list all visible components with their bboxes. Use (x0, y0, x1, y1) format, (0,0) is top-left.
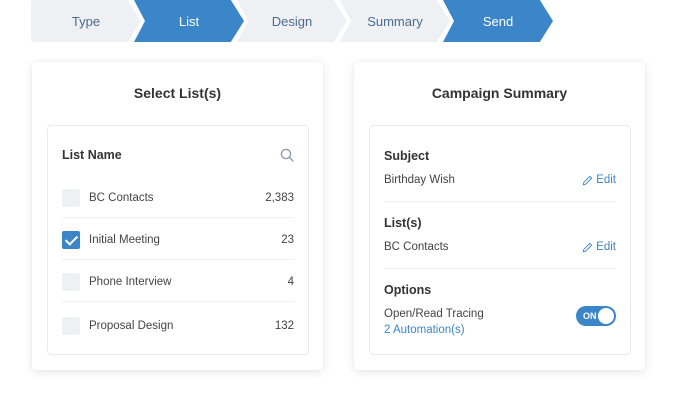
subject-value: Birthday Wish (384, 174, 455, 186)
edit-lists-button[interactable]: Edit (582, 241, 616, 253)
pencil-icon (582, 242, 593, 252)
lists-value: BC Contacts (384, 241, 449, 253)
select-lists-card: Select List(s) List Name BC Contacts 2,3… (32, 62, 323, 370)
lists-section: List(s) BC Contacts Edit (384, 216, 616, 253)
search-icon[interactable] (280, 148, 294, 162)
list-item-count: 4 (287, 275, 294, 288)
edit-subject-button[interactable]: Edit (582, 174, 616, 186)
divider (384, 201, 616, 202)
list-item-count: 23 (281, 233, 294, 246)
step-label: Design (271, 13, 313, 29)
card-title: Campaign Summary (431, 85, 568, 101)
toggle-knob (598, 308, 614, 324)
checkbox[interactable] (62, 188, 80, 207)
toggle-label: ON (583, 311, 597, 321)
list-item-name: BC Contacts (89, 191, 154, 204)
list-item[interactable]: Phone Interview 4 (62, 262, 294, 302)
step-label: Summary (367, 13, 423, 29)
checkbox[interactable] (62, 317, 80, 335)
list-item-name: Phone Interview (89, 275, 172, 288)
step-type[interactable]: Type (31, 0, 141, 42)
list-item-name: Initial Meeting (89, 233, 160, 246)
checkbox[interactable] (62, 272, 80, 291)
step-label: Type (71, 13, 101, 29)
card-title: Select List(s) (133, 85, 222, 101)
pencil-icon (582, 175, 593, 185)
summary-panel: Subject Birthday Wish Edit List(s) BC Co… (369, 125, 631, 355)
list-item-count: 2,383 (265, 191, 294, 204)
step-design[interactable]: Design (237, 0, 347, 42)
edit-label: Edit (596, 241, 616, 253)
step-label: Send (482, 13, 514, 29)
divider (384, 268, 616, 269)
checkbox-checked[interactable] (62, 230, 80, 249)
subject-heading: Subject (384, 149, 430, 163)
list-item-name: Proposal Design (89, 320, 174, 332)
wizard-stepper: Type List Design Summary Send (31, 0, 571, 42)
list-table: List Name BC Contacts 2,383 Initial Meet… (47, 125, 309, 355)
tracing-toggle[interactable]: ON (576, 306, 616, 326)
subject-section: Subject Birthday Wish Edit (384, 149, 616, 186)
step-label: List (178, 13, 200, 29)
step-send[interactable]: Send (443, 0, 553, 42)
options-heading: Options (384, 283, 432, 297)
automations-link[interactable]: 2 Automation(s) (384, 324, 616, 336)
options-section: Options Open/Read Tracing 2 Automation(s… (384, 283, 616, 336)
step-list[interactable]: List (134, 0, 244, 42)
campaign-summary-card: Campaign Summary Subject Birthday Wish E… (354, 62, 645, 370)
list-item[interactable]: Initial Meeting 23 (62, 220, 294, 260)
list-item[interactable]: BC Contacts 2,383 (62, 178, 294, 218)
list-item[interactable]: Proposal Design 132 (62, 306, 294, 346)
lists-heading: List(s) (384, 216, 422, 230)
edit-label: Edit (596, 174, 616, 186)
list-name-header: List Name (62, 148, 122, 162)
step-summary[interactable]: Summary (340, 0, 450, 42)
list-item-count: 132 (274, 320, 294, 332)
